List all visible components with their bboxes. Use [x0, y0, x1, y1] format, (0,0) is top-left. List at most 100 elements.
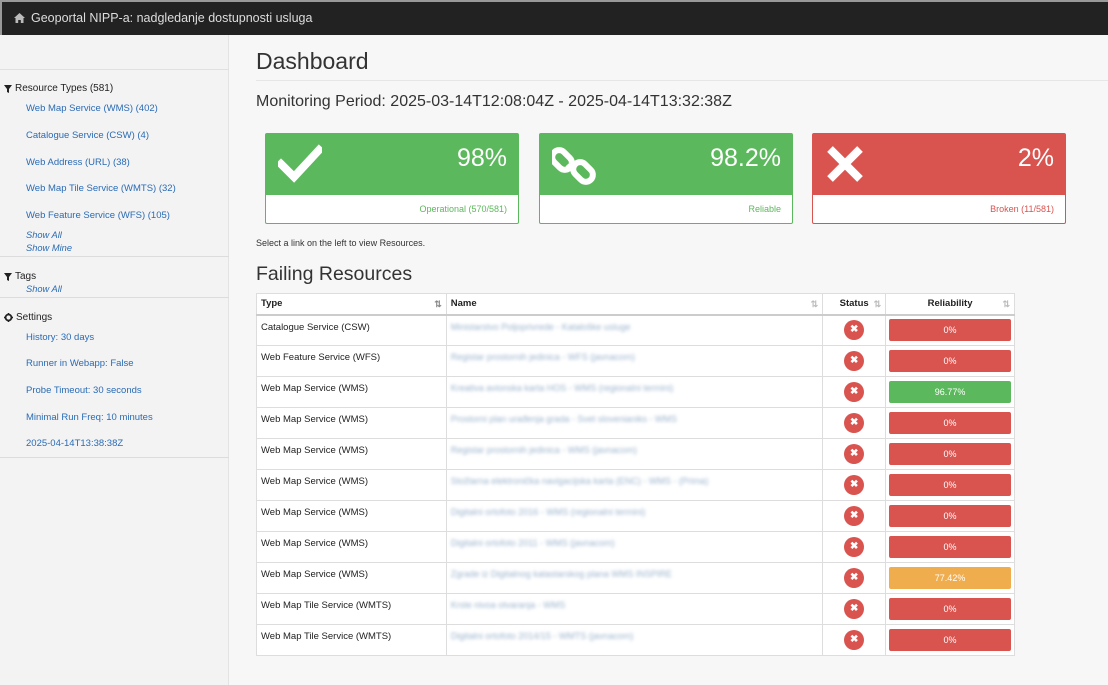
sort-asc-icon: ⇅ [434, 299, 442, 309]
show-all-tags-link[interactable]: Show All [26, 284, 62, 294]
brand-link[interactable]: Geoportal NIPP-a: nadgledanje dostupnost… [14, 11, 312, 25]
table-row: Web Map Service (WMS) Registar prostornih… [256, 438, 1015, 470]
failed-status-icon: ✖ [844, 568, 865, 588]
sort-icon: ⇅ [873, 299, 882, 309]
status-cell: ✖ [822, 438, 887, 470]
resource-name-link[interactable]: Digitalni ortofoto 2016 - WMS (regionaln… [445, 500, 824, 532]
setting-timestamp[interactable]: 2025-04-14T13:38:38Z [26, 438, 123, 449]
table-row: Web Map Service (WMS) Digitalni ortofoto … [256, 500, 1015, 532]
resource-types-heading: Resource Types (581) [4, 83, 113, 94]
failed-status-icon: ✖ [844, 444, 865, 464]
resource-name-link[interactable]: Krste nivoa otvaranja - WMS [445, 593, 824, 625]
resource-type-cell: Web Map Service (WMS) [256, 531, 447, 563]
resource-name-link[interactable]: Registar prostornih jedinica - WFS (javn… [445, 345, 824, 377]
resource-type-cell: Web Map Service (WMS) [256, 562, 447, 594]
resource-type-cell: Web Map Service (WMS) [256, 407, 447, 439]
failing-resources-table: Type ⇅ Name ⇅ Status ⇅ Reliability ⇅ Catalog… [256, 293, 1015, 656]
reliability-cell: 0% [885, 469, 1015, 501]
failing-resources-title: Failing Resources [256, 263, 413, 285]
status-cell: ✖ [822, 500, 887, 532]
hint-text: Select a link on the left to view Resour… [256, 238, 426, 248]
reliable-caption: Reliable [748, 204, 781, 214]
sidebar-item-wfs[interactable]: Web Feature Service (WFS) (105) [26, 210, 170, 221]
resource-type-cell: Web Map Service (WMS) [256, 376, 447, 408]
status-cell: ✖ [822, 531, 887, 563]
reliable-card[interactable]: 98.2% Reliable [539, 133, 793, 224]
reliability-bar: 0% [889, 505, 1011, 527]
failed-status-icon: ✖ [844, 351, 865, 371]
show-all-resources-link[interactable]: Show All [26, 230, 62, 240]
resource-name-link[interactable]: Stožlarna elektronička navigacijska kart… [445, 469, 824, 501]
sidebar-divider [0, 69, 229, 70]
table-header-row: Type ⇅ Name ⇅ Status ⇅ Reliability ⇅ [256, 293, 1015, 316]
broken-card[interactable]: 2% Broken (11/581) [812, 133, 1066, 224]
sidebar-divider [0, 457, 229, 458]
reliability-bar: 96.77% [889, 381, 1011, 403]
status-cell: ✖ [822, 593, 887, 625]
resource-name-link[interactable]: Kreativa avionska karta HOS - WMS (regio… [445, 376, 824, 408]
resource-type-cell: Catalogue Service (CSW) [256, 314, 447, 346]
main-content: Dashboard Monitoring Period: 2025-03-14T… [229, 35, 1108, 685]
resource-name-link[interactable]: Registar prostornih jedinica - WMS (javn… [445, 438, 824, 470]
sort-icon: ⇅ [1002, 299, 1010, 309]
reliability-bar: 0% [889, 598, 1011, 620]
setting-probe-timeout[interactable]: Probe Timeout: 30 seconds [26, 385, 142, 396]
failed-status-icon: ✖ [844, 413, 865, 433]
reliability-cell: 0% [885, 500, 1015, 532]
reliability-bar: 0% [889, 412, 1011, 434]
table-row: Web Map Service (WMS) Prostorni plan urađ… [256, 407, 1015, 439]
resource-name-link[interactable]: Prostorni plan urađenja grada - Svet slo… [445, 407, 824, 439]
table-row: Web Map Tile Service (WMTS) Digitalni ort… [256, 624, 1015, 656]
resource-name-link[interactable]: Zgrade iz Digitalnog katastarskog plana … [445, 562, 824, 594]
table-row: Web Map Service (WMS) Kreativa avionska k… [256, 376, 1015, 408]
title-divider [256, 80, 1108, 81]
table-row: Web Feature Service (WFS) Registar prosto… [256, 345, 1015, 377]
sidebar-item-wms[interactable]: Web Map Service (WMS) (402) [26, 103, 158, 114]
resource-type-cell: Web Feature Service (WFS) [256, 345, 447, 377]
table-row: Web Map Tile Service (WMTS) Krste nivoa o… [256, 593, 1015, 625]
gear-icon [4, 313, 13, 322]
resource-name-link[interactable]: Digitalni ortofoto 2011 - WMS (javnacom) [445, 531, 824, 563]
table-row: Web Map Service (WMS) Digitalni ortofoto … [256, 531, 1015, 563]
column-header-reliability[interactable]: Reliability ⇅ [885, 293, 1015, 316]
resource-type-cell: Web Map Service (WMS) [256, 469, 447, 501]
settings-heading: Settings [4, 312, 52, 323]
filter-icon [4, 272, 12, 281]
setting-min-run-freq[interactable]: Minimal Run Freq: 10 minutes [26, 412, 153, 423]
status-cell: ✖ [822, 314, 887, 346]
sidebar-item-csw[interactable]: Catalogue Service (CSW) (4) [26, 130, 149, 141]
status-cell: ✖ [822, 469, 887, 501]
sidebar: Resource Types (581) Web Map Service (WM… [0, 35, 229, 685]
resource-name-link[interactable]: Digitalni ortofoto 2014/15 - WMTS (javna… [445, 624, 824, 656]
column-header-name[interactable]: Name ⇅ [445, 293, 824, 316]
failed-status-icon: ✖ [844, 506, 865, 526]
status-cell: ✖ [822, 345, 887, 377]
column-header-status[interactable]: Status ⇅ [822, 293, 887, 316]
times-icon [825, 144, 865, 189]
reliability-cell: 0% [885, 593, 1015, 625]
resource-type-cell: Web Map Tile Service (WMTS) [256, 593, 447, 625]
sidebar-item-wmts[interactable]: Web Map Tile Service (WMTS) (32) [26, 183, 176, 194]
failed-status-icon: ✖ [844, 630, 865, 650]
status-cell: ✖ [822, 562, 887, 594]
show-mine-link[interactable]: Show Mine [26, 243, 72, 253]
sidebar-divider [0, 297, 229, 298]
sidebar-item-url[interactable]: Web Address (URL) (38) [26, 157, 130, 168]
reliability-bar: 77.42% [889, 567, 1011, 589]
reliability-bar: 0% [889, 350, 1011, 372]
setting-runner[interactable]: Runner in Webapp: False [26, 358, 134, 369]
operational-card[interactable]: 98% Operational (570/581) [265, 133, 519, 224]
reliability-bar: 0% [889, 443, 1011, 465]
page-title: Dashboard [256, 48, 369, 74]
column-header-type[interactable]: Type ⇅ [256, 293, 447, 316]
reliability-cell: 96.77% [885, 376, 1015, 408]
link-icon [549, 144, 596, 193]
setting-history[interactable]: History: 30 days [26, 332, 94, 343]
home-icon [14, 13, 25, 23]
resource-name-link[interactable]: Ministarstvo Poljoprivrede - Kataloške u… [445, 314, 824, 346]
reliability-bar: 0% [889, 536, 1011, 558]
reliability-cell: 0% [885, 438, 1015, 470]
failed-status-icon: ✖ [844, 320, 865, 341]
reliability-cell: 0% [885, 531, 1015, 563]
resource-type-cell: Web Map Service (WMS) [256, 500, 447, 532]
